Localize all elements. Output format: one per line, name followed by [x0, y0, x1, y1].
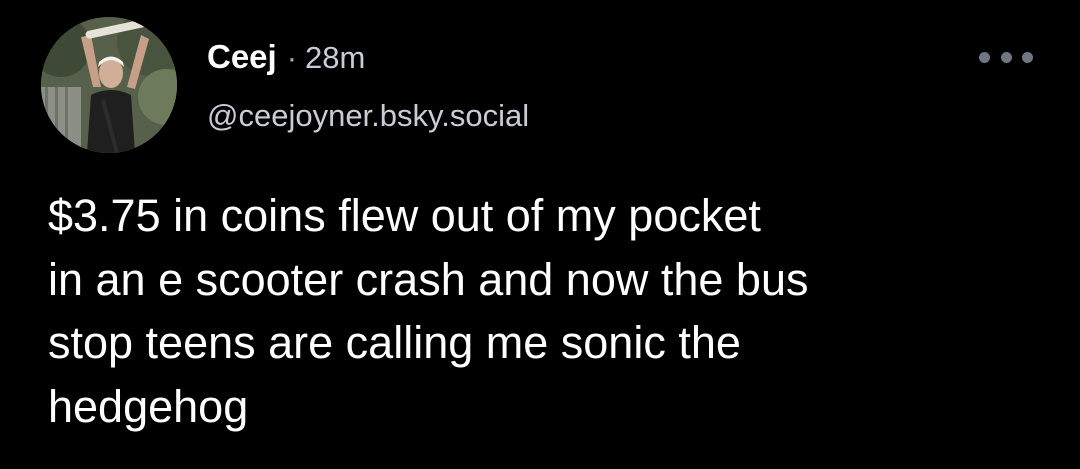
author-handle[interactable]: @ceejoyner.bsky.social: [207, 98, 529, 134]
more-options-button[interactable]: [979, 45, 1033, 69]
post: Ceej · 28m @ceejoyner.bsky.social $3.75 …: [0, 0, 1080, 469]
display-name[interactable]: Ceej: [207, 38, 277, 76]
author-line: Ceej · 28m: [207, 38, 365, 82]
meta-separator: ·: [286, 40, 298, 75]
more-horizontal-icon: [1022, 51, 1033, 63]
post-timestamp[interactable]: 28m: [305, 40, 365, 76]
person-photo-avatar-icon: [41, 17, 177, 153]
post-text: $3.75 in coins flew out of my pocket in …: [48, 190, 809, 432]
more-horizontal-icon: [979, 51, 990, 63]
avatar[interactable]: [41, 17, 177, 153]
more-horizontal-icon: [1000, 51, 1012, 63]
